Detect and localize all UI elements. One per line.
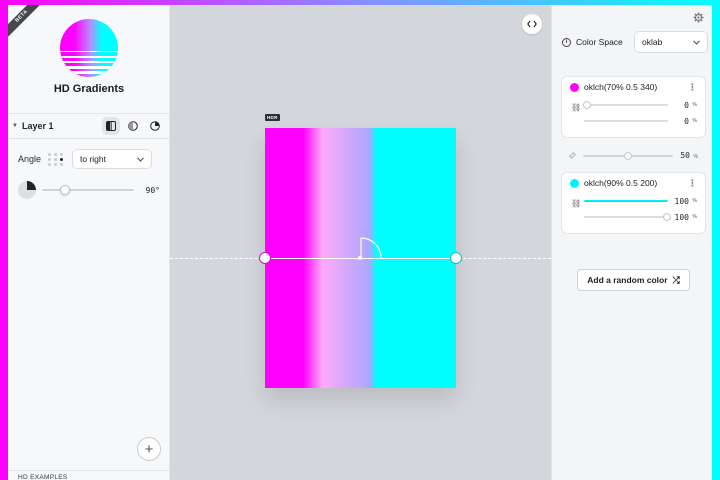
chevron-down-icon (693, 39, 700, 45)
code-icon (527, 20, 537, 28)
color-space-select[interactable]: oklab (634, 31, 708, 53)
canvas-area: HDR (170, 5, 551, 480)
unit-label: % (692, 198, 697, 204)
stop-position-row: ⛓ 100 % (562, 193, 705, 209)
color-stop-card: oklch(70% 0.5 340) ⋮ ⛓ 0 % 0 % (561, 76, 706, 138)
midpoint-row: 50 % (561, 148, 706, 164)
radial-gradient-button[interactable] (124, 117, 142, 135)
add-random-color-label: Add a random color (587, 275, 668, 285)
stop-position-end-row: 100 % (562, 209, 705, 225)
collapse-caret-icon[interactable]: ▼ (12, 123, 18, 129)
stop-position-value: 0 (684, 100, 689, 110)
direction-select[interactable]: to right (72, 149, 152, 169)
add-random-color-button[interactable]: Add a random color ⤮ (577, 269, 690, 291)
angle-slider-row: 90° (18, 180, 168, 200)
midpoint-icon (569, 152, 576, 159)
add-layer-button[interactable]: + (137, 437, 161, 461)
direction-value: to right (80, 154, 106, 164)
angle-value: 90° (145, 185, 160, 195)
hdr-badge: HDR (265, 114, 280, 121)
info-icon[interactable]: i (562, 37, 571, 47)
angle-dial-icon[interactable] (18, 181, 36, 199)
conic-gradient-button[interactable] (146, 117, 164, 135)
color-space-value: oklab (642, 37, 663, 47)
app-title: HD Gradients (53, 83, 125, 95)
color-swatch[interactable] (570, 82, 579, 92)
code-toggle-button[interactable] (522, 14, 542, 34)
stop-position-end-slider[interactable] (584, 213, 671, 221)
unit-label: % (693, 154, 698, 160)
color-stop-card: oklch(90% 0.5 200) ⋮ ⛓ 100 % 100 % (561, 172, 706, 234)
color-stop-header: oklch(90% 0.5 200) ⋮ (562, 173, 705, 193)
color-stop-label[interactable]: oklch(70% 0.5 340) (584, 82, 657, 92)
angle-row: Angle to right (18, 148, 166, 170)
stop-position-end-row: 0 % (562, 113, 705, 129)
radial-icon (128, 121, 138, 131)
gear-icon[interactable] (693, 12, 704, 23)
link-icon[interactable]: ⛓ (571, 199, 581, 208)
app-logo (60, 19, 118, 77)
angle-label: Angle (18, 154, 42, 164)
more-options-icon[interactable]: ⋮ (688, 82, 697, 93)
slider-thumb[interactable] (663, 213, 671, 221)
midpoint-value: 50 (680, 151, 690, 160)
direction-grid[interactable] (48, 152, 64, 166)
gradient-start-handle[interactable] (259, 252, 271, 264)
layer-header: ▼ Layer 1 (8, 113, 169, 139)
unit-label: % (692, 102, 697, 108)
gradient-center-point[interactable] (358, 256, 362, 260)
left-panel: BETA HD Gradients ▼ Layer 1 Angle to rig… (8, 5, 170, 480)
unit-label: % (692, 214, 697, 220)
stop-position-end-value: 100 (674, 212, 689, 222)
shuffle-icon: ⤮ (672, 274, 680, 285)
linear-icon (106, 121, 116, 131)
conic-icon (150, 121, 160, 131)
angle-slider[interactable] (42, 185, 134, 195)
midpoint-slider[interactable] (583, 152, 673, 160)
angle-arc-icon (360, 237, 382, 259)
stop-position-end-slider[interactable] (584, 120, 668, 122)
layer-name[interactable]: Layer 1 (22, 121, 98, 131)
slider-thumb[interactable] (583, 101, 591, 109)
stop-position-slider[interactable] (583, 101, 668, 109)
stop-position-value: 100 (674, 196, 689, 206)
beta-badge: BETA (8, 5, 47, 41)
chevron-down-icon (137, 156, 144, 162)
stop-position-end-value: 0 (684, 116, 689, 126)
stop-position-row: ⛓ 0 % (562, 97, 705, 113)
right-panel: i Color Space oklab oklch(70% 0.5 340) ⋮… (551, 5, 712, 480)
linear-gradient-button[interactable] (102, 117, 120, 135)
color-space-row: i Color Space oklab (562, 31, 708, 53)
color-stop-header: oklch(70% 0.5 340) ⋮ (562, 77, 705, 97)
link-icon[interactable]: ⛓ (571, 103, 581, 112)
hd-examples-label[interactable]: HD EXAMPLES (8, 470, 169, 480)
color-swatch[interactable] (570, 178, 579, 188)
angle-slider-thumb[interactable] (60, 185, 70, 195)
slider-thumb[interactable] (624, 152, 632, 160)
more-options-icon[interactable]: ⋮ (688, 178, 697, 189)
stop-position-slider[interactable] (584, 200, 668, 202)
color-space-label: Color Space (576, 37, 623, 47)
unit-label: % (692, 118, 697, 124)
gradient-end-handle[interactable] (450, 252, 462, 264)
color-stop-label[interactable]: oklch(90% 0.5 200) (584, 178, 657, 188)
beta-ribbon: BETA (8, 5, 58, 55)
